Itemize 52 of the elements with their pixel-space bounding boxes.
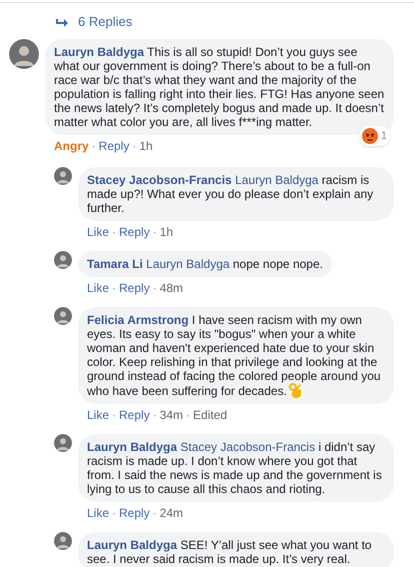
author-link[interactable]: Lauryn Baldyga [87,440,178,454]
reply-link[interactable]: Reply [119,408,150,422]
avatar[interactable] [54,167,72,185]
avatar[interactable] [9,39,39,69]
author-link[interactable]: Tamara Li [87,257,143,271]
like-link[interactable]: Like [87,225,110,239]
reply-arrow-icon [56,18,68,26]
separator-dot: · [152,281,158,295]
mention-link[interactable]: Lauryn Baldyga [235,173,318,187]
separator-dot: · [111,281,118,295]
edited-label[interactable]: Edited [193,408,228,422]
replies-link[interactable]: 6 Replies [78,15,132,29]
avatar[interactable] [54,532,72,550]
separator-dot: · [152,506,158,520]
comment-text: Tamara Li Lauryn Baldyga nope nope nope. [87,257,323,271]
reply-link[interactable]: Reply [98,139,130,153]
timestamp[interactable]: 34m [160,408,184,422]
comment-text: Lauryn Baldyga This is all so stupid! Don’t you guys see what our government is doing? There’s about to be a full-on race war b/c that’s what they want and the majority of the population is falling right into their lies. FTG! Has anyone seen the news lately? It’s completely bogus and made up. It doesn’t matter what color you are, all lives f***ing matter. [54,45,385,129]
like-link[interactable]: Like [87,281,110,295]
comment-text: Felicia Armstrong I have seen racism with my own eyes. Its easy to say its "bogus" when your a white woman and haven't experienced hate due to your skin color. Keep relishing in that privilege and looking at the ground instead of facing the colored people around you who have been suffering for decades. [87,313,382,398]
separator-dot: · [131,139,138,153]
timestamp[interactable]: 48m [160,281,184,295]
mention-link[interactable]: Stacey Jacobson-Francis [180,440,316,454]
angry-face-icon [362,128,378,144]
separator-dot: · [185,408,192,422]
comment-text: Lauryn Baldyga SEE! Y’all just see what you want to see. I never said racism is made up. It’s very real. [87,538,373,566]
author-link[interactable]: Lauryn Baldyga [54,45,144,59]
author-link[interactable]: Stacey Jacobson-Francis [87,173,232,187]
reply-link[interactable]: Reply [119,281,150,295]
reply-link[interactable]: Reply [119,225,150,239]
avatar[interactable] [54,307,72,325]
comment-text: Stacey Jacobson-Francis Lauryn Baldyga racism is made up?! What ever you do please don’t explain any further. [87,173,374,215]
like-link[interactable]: Like [87,408,110,422]
separator-dot: · [152,408,158,422]
avatar[interactable] [54,434,72,452]
timestamp[interactable]: 24m [160,506,184,520]
separator-dot: · [111,225,118,239]
separator-dot: · [90,139,97,153]
separator-dot: · [152,225,158,239]
comment-text: Lauryn Baldyga Stacey Jacobson-Francis i didn’t say racism is made up. I don’t know where you got that from. I said the news is made up and the government is lying to us to cause all this chaos and rioting. [87,440,383,496]
timestamp[interactable]: 1h [160,225,174,239]
reaction-count[interactable]: 1 [358,126,390,146]
timestamp[interactable]: 1h [139,139,153,153]
author-link[interactable]: Lauryn Baldyga [87,538,178,552]
reaction-link[interactable]: Angry [54,139,89,153]
avatar[interactable] [54,251,72,269]
separator-dot: · [111,506,118,520]
reply-link[interactable]: Reply [119,506,150,520]
author-link[interactable]: Felicia Armstrong [87,313,189,327]
mention-link[interactable]: Lauryn Baldyga [146,257,230,271]
separator-dot: · [111,408,118,422]
like-link[interactable]: Like [87,506,110,520]
